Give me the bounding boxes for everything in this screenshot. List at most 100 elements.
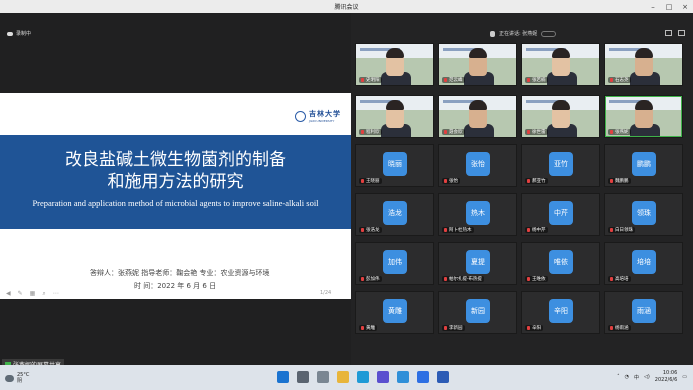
volume-icon[interactable]: ◁) bbox=[644, 374, 650, 380]
slide-date: 时 间：2022 年 6 月 6 日 bbox=[134, 282, 217, 290]
university-logo: 吉林大学 JILIN UNIVERSITY bbox=[295, 109, 341, 123]
mic-muted-icon bbox=[527, 277, 530, 281]
participant-name-tag: 范云峰 bbox=[442, 77, 465, 83]
mic-muted-icon bbox=[444, 179, 447, 183]
participant-tile[interactable]: 辛阳 辛阳 bbox=[521, 291, 600, 334]
person-hair bbox=[469, 100, 487, 110]
participant-tile[interactable]: 领珠 白日领珠 bbox=[604, 193, 683, 236]
mic-muted-icon bbox=[361, 179, 364, 183]
participant-tile[interactable]: 培培 高培培 bbox=[604, 242, 683, 285]
participant-name-tag: 徐世雷 bbox=[525, 129, 548, 135]
participant-tile[interactable]: 范云峰 bbox=[438, 43, 517, 86]
zoom-icon[interactable]: ⌕ bbox=[42, 290, 45, 298]
participant-name: 郝亚竹 bbox=[532, 179, 546, 184]
meeting-app-icon[interactable] bbox=[417, 371, 429, 383]
participant-name: 王唯依 bbox=[532, 277, 546, 282]
weather-widget[interactable]: 25°C 阴 bbox=[5, 372, 29, 384]
meeting-area: 录制中 吉林大学 JILIN UNIVERSITY 改良盐碱土微生物菌剂的制备 … bbox=[0, 13, 693, 370]
pen-icon[interactable]: ✎ bbox=[18, 290, 23, 298]
participant-tile[interactable]: 张燕妮 bbox=[604, 95, 683, 138]
more-icon[interactable]: ⋯ bbox=[53, 290, 59, 298]
avatar: 鹏鹏 bbox=[632, 152, 656, 176]
avatar: 浩龙 bbox=[383, 201, 407, 225]
slide-page-indicator: 1/24 bbox=[320, 290, 332, 296]
prev-icon[interactable]: ◀ bbox=[6, 290, 11, 298]
layout-icon[interactable] bbox=[665, 30, 672, 36]
participant-name-tag: 张怡 bbox=[442, 178, 460, 184]
person-hair bbox=[635, 48, 653, 58]
app2-icon[interactable] bbox=[397, 371, 409, 383]
participant-tile[interactable]: 张怡 张怡 bbox=[438, 144, 517, 187]
person-hair bbox=[386, 100, 404, 110]
participant-tile[interactable]: 徐世雷 bbox=[521, 95, 600, 138]
participant-name-tag: 张浩龙 bbox=[359, 227, 382, 233]
task-view-icon[interactable] bbox=[317, 371, 329, 383]
participant-tile[interactable]: 浩龙 张浩龙 bbox=[355, 193, 434, 236]
notification-icon[interactable]: ▭ bbox=[682, 374, 687, 380]
participant-name: 张怡 bbox=[449, 179, 458, 184]
fullscreen-icon[interactable] bbox=[678, 30, 685, 36]
participant-name-tag: 辛阳 bbox=[525, 325, 543, 331]
taskbar-apps bbox=[277, 371, 449, 383]
participant-tile[interactable]: 鹏鹏 魏鹏鹏 bbox=[604, 144, 683, 187]
minimize-icon[interactable]: – bbox=[649, 3, 657, 11]
participant-name-tag: 杨雨涵 bbox=[608, 325, 631, 331]
app-icon[interactable] bbox=[377, 371, 389, 383]
tray-arrow-icon[interactable]: ˄ bbox=[617, 374, 620, 380]
participant-tile[interactable]: 热木 阿卜杜热木 bbox=[438, 193, 517, 236]
participant-tile[interactable]: 晓丽 王晓丽 bbox=[355, 144, 434, 187]
participant-tile[interactable]: 聂会欣 bbox=[438, 95, 517, 138]
close-icon[interactable]: × bbox=[681, 3, 689, 11]
participant-tile[interactable]: 石志尧 bbox=[604, 43, 683, 86]
explorer-icon[interactable] bbox=[337, 371, 349, 383]
participant-name-tag: 彭加伟 bbox=[359, 276, 382, 282]
recording-indicator[interactable]: 录制中 bbox=[7, 30, 31, 37]
participant-tile[interactable]: 雨涵 杨雨涵 bbox=[604, 291, 683, 334]
avatar: 张怡 bbox=[466, 152, 490, 176]
participant-name: 帕尔扎提·布热提 bbox=[449, 277, 482, 282]
participant-tile[interactable]: 黄雕 黄雕 bbox=[355, 291, 434, 334]
person-hair bbox=[386, 48, 404, 58]
participant-tile[interactable]: 程利欣 bbox=[355, 95, 434, 138]
slide-title-band: 改良盐碱土微生物菌剂的制备 和施用方法的研究 Preparation and a… bbox=[0, 135, 351, 229]
participant-name-tag: 王晓丽 bbox=[359, 178, 382, 184]
participant-tile[interactable]: 唯依 王唯依 bbox=[521, 242, 600, 285]
mic-muted-icon bbox=[361, 228, 364, 232]
network-icon[interactable]: ◔ bbox=[625, 374, 629, 380]
participant-tile[interactable]: 史明阳 bbox=[355, 43, 434, 86]
ime-indicator[interactable]: 中 bbox=[634, 374, 639, 381]
start-icon[interactable] bbox=[277, 371, 289, 383]
window-title: 腾讯会议 bbox=[334, 4, 359, 11]
mic-muted-icon bbox=[527, 130, 530, 134]
mic-muted-icon bbox=[361, 130, 364, 134]
person-hair bbox=[552, 48, 570, 58]
slide-title-en: Preparation and application method of mi… bbox=[32, 198, 319, 208]
avatar: 热木 bbox=[466, 201, 490, 225]
grid-icon[interactable]: ▦ bbox=[30, 290, 36, 298]
slide-header: 吉林大学 JILIN UNIVERSITY bbox=[0, 106, 351, 123]
participant-gallery: 史明阳 范云峰 张若楠 石志尧 程利欣 聂会欣 徐世雷 张燕妮 晓丽 王晓丽 张怡 张怡 亚竹 郝亚竹 鹏鹏… bbox=[351, 13, 693, 365]
participant-tile[interactable]: 夏提 帕尔扎提·布热提 bbox=[438, 242, 517, 285]
edge-icon[interactable] bbox=[357, 371, 369, 383]
participant-tile[interactable]: 张若楠 bbox=[521, 43, 600, 86]
maximize-icon[interactable]: □ bbox=[665, 3, 673, 11]
participant-tile[interactable]: 中芹 杨中芹 bbox=[521, 193, 600, 236]
participant-tile[interactable]: 加伟 彭加伟 bbox=[355, 242, 434, 285]
participant-name-tag: 王唯依 bbox=[525, 276, 548, 282]
mic-muted-icon bbox=[444, 326, 447, 330]
screen: 腾讯会议 – □ × 录制中 吉林大学 JILIN UNIVERSITY 改良盐… bbox=[0, 0, 693, 390]
avatar: 领珠 bbox=[632, 201, 656, 225]
recording-label: 录制中 bbox=[16, 31, 32, 37]
mic-muted-icon bbox=[361, 326, 364, 330]
clock[interactable]: 10:06 2022/6/6 bbox=[655, 370, 677, 384]
search-icon[interactable] bbox=[297, 371, 309, 383]
participant-name-tag: 李新园 bbox=[442, 325, 465, 331]
university-name-en: JILIN UNIVERSITY bbox=[309, 119, 335, 123]
mic-muted-icon bbox=[444, 277, 447, 281]
avatar: 加伟 bbox=[383, 250, 407, 274]
participant-tile[interactable]: 新园 李新园 bbox=[438, 291, 517, 334]
word-icon[interactable] bbox=[437, 371, 449, 383]
participant-tile[interactable]: 亚竹 郝亚竹 bbox=[521, 144, 600, 187]
participant-name: 李新园 bbox=[449, 326, 463, 331]
clock-time: 10:06 bbox=[662, 370, 678, 376]
